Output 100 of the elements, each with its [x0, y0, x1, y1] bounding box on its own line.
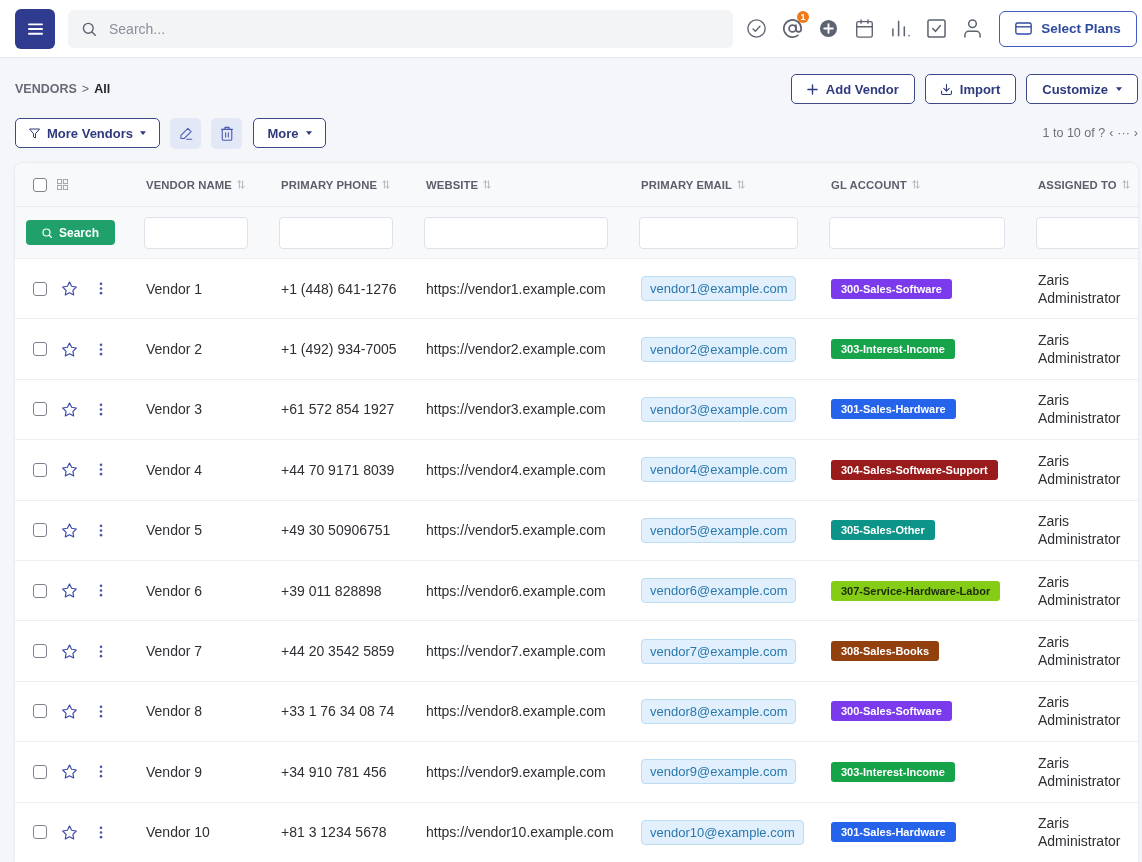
column-header[interactable]: WEBSITE — [426, 178, 479, 191]
select-plans-button[interactable]: Select Plans — [999, 10, 1137, 47]
row-checkbox[interactable] — [33, 342, 47, 357]
star-icon[interactable] — [62, 764, 77, 780]
kebab-menu-icon[interactable] — [99, 282, 103, 296]
edit-button[interactable] — [170, 117, 201, 149]
column-header[interactable]: PRIMARY EMAIL — [641, 178, 733, 191]
email-chip[interactable]: vendor9@example.com — [641, 759, 797, 785]
email-chip[interactable]: vendor5@example.com — [641, 517, 797, 543]
filter-input[interactable] — [1036, 216, 1138, 249]
filter-icon — [29, 127, 40, 139]
add-vendor-button[interactable]: Add Vendor — [790, 74, 915, 104]
star-icon[interactable] — [62, 281, 77, 297]
more-button[interactable]: More — [253, 118, 326, 148]
row-checkbox[interactable] — [33, 644, 47, 659]
table-cell-text: Zaris Administrator — [1038, 693, 1122, 730]
kebab-menu-icon[interactable] — [99, 523, 103, 537]
pagination-range: 1 to 10 of ? — [1042, 126, 1106, 140]
star-icon[interactable] — [62, 341, 77, 357]
credit-card-icon — [1015, 22, 1033, 35]
calendar-icon[interactable] — [855, 19, 874, 38]
user-icon[interactable] — [963, 19, 982, 38]
at-sign-icon[interactable] — [783, 19, 802, 38]
email-chip[interactable]: vendor10@example.com — [641, 819, 804, 845]
email-chip[interactable]: vendor2@example.com — [641, 336, 797, 362]
search-button[interactable]: Search — [26, 220, 115, 245]
account-tag: 304-Sales-Software-Support — [831, 459, 998, 480]
account-tag: 307-Service-Hardware-Labor — [831, 580, 1001, 601]
kebab-menu-icon[interactable] — [99, 825, 103, 839]
email-chip[interactable]: vendor4@example.com — [641, 457, 797, 483]
table-cell: +81 3 1234 5678 — [281, 824, 387, 841]
column-header[interactable]: PRIMARY PHONE — [281, 178, 378, 191]
pencil-icon — [178, 125, 193, 141]
star-icon[interactable] — [62, 703, 77, 719]
menu-button[interactable] — [15, 8, 55, 49]
star-icon[interactable] — [62, 824, 77, 840]
table-cell: https://vendor1.example.com — [426, 280, 606, 297]
filter-input[interactable] — [424, 216, 608, 249]
row-checkbox[interactable] — [33, 523, 47, 538]
star-icon[interactable] — [62, 401, 77, 417]
filter-input[interactable] — [279, 216, 393, 249]
column-header[interactable]: ASSIGNED TO — [1038, 178, 1117, 191]
table-cell: https://vendor8.example.com — [426, 703, 606, 720]
kebab-menu-icon[interactable] — [99, 765, 103, 779]
search-field[interactable]: Search... — [68, 9, 733, 48]
filter-button[interactable]: More Vendors — [15, 118, 160, 148]
table-cell: https://vendor6.example.com — [426, 582, 606, 599]
star-icon[interactable] — [62, 462, 77, 478]
account-tag: 303-Interest-Income — [831, 339, 955, 360]
email-chip[interactable]: vendor7@example.com — [641, 638, 797, 664]
email-chip[interactable]: vendor6@example.com — [641, 578, 797, 604]
column-header[interactable]: VENDOR NAME — [146, 178, 232, 191]
star-icon[interactable] — [62, 583, 77, 599]
column-header[interactable]: GL ACCOUNT — [831, 178, 907, 191]
kebab-menu-icon[interactable] — [99, 463, 103, 477]
check-square-icon[interactable] — [927, 19, 946, 38]
kebab-menu-icon[interactable] — [99, 644, 103, 658]
filter-input[interactable] — [144, 216, 248, 249]
customize-button[interactable]: Customize — [1026, 74, 1138, 104]
kebab-menu-icon[interactable] — [99, 704, 103, 718]
star-icon[interactable] — [62, 522, 77, 538]
account-tag: 300-Sales-Software — [831, 701, 952, 722]
next-page-button[interactable]: › — [1133, 126, 1138, 140]
plus-icon — [806, 83, 818, 95]
search-icon — [82, 21, 96, 36]
table-cell: +34 910 781 456 — [281, 763, 387, 780]
row-checkbox[interactable] — [33, 825, 47, 840]
table-cell-text: Zaris Administrator — [1038, 331, 1122, 368]
email-chip[interactable]: vendor1@example.com — [641, 276, 797, 302]
row-checkbox[interactable] — [33, 281, 47, 296]
breadcrumb-item[interactable]: VENDORS — [15, 82, 77, 96]
row-checkbox[interactable] — [33, 462, 47, 477]
table-cell-text: Zaris Administrator — [1038, 391, 1122, 428]
table-cell: Vendor 1 — [146, 280, 203, 297]
row-checkbox[interactable] — [33, 764, 47, 779]
filter-input[interactable] — [829, 216, 1005, 249]
table-cell: +44 20 3542 5859 — [281, 643, 395, 660]
kebab-menu-icon[interactable] — [99, 402, 103, 416]
account-tag: 301-Sales-Hardware — [831, 399, 956, 420]
account-tag: 305-Sales-Other — [831, 520, 935, 541]
previous-page-button[interactable]: ‹ — [1109, 126, 1114, 140]
select-all-checkbox[interactable] — [33, 177, 47, 192]
filter-input[interactable] — [639, 216, 798, 249]
row-checkbox[interactable] — [33, 704, 47, 719]
plus-circle-icon[interactable] — [819, 19, 838, 38]
kebab-menu-icon[interactable] — [99, 584, 103, 598]
check-circle-icon[interactable] — [747, 19, 766, 38]
breadcrumb-item: All — [94, 82, 111, 96]
email-chip[interactable]: vendor3@example.com — [641, 396, 797, 422]
import-button[interactable]: Import — [924, 74, 1017, 104]
row-checkbox[interactable] — [33, 402, 47, 417]
kebab-menu-icon[interactable] — [99, 342, 103, 356]
table-cell: +49 30 50906751 — [281, 522, 391, 539]
row-checkbox[interactable] — [33, 583, 47, 598]
more-pages-button[interactable]: ··· — [1117, 126, 1130, 140]
delete-button[interactable] — [211, 117, 242, 149]
bar-chart-icon[interactable] — [891, 19, 910, 38]
email-chip[interactable]: vendor8@example.com — [641, 698, 797, 724]
star-icon[interactable] — [62, 643, 77, 659]
table-cell: Vendor 4 — [146, 461, 203, 478]
